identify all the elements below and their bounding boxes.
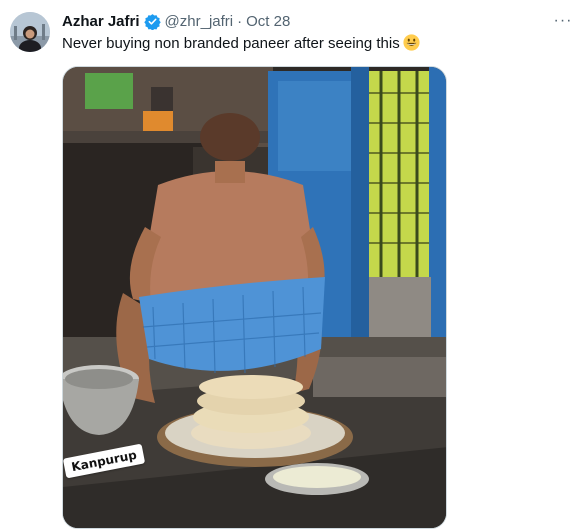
more-options-icon: ···: [553, 12, 573, 29]
author-name[interactable]: Azhar Jafri: [62, 13, 140, 30]
author-handle[interactable]: @zhr_jafri: [165, 13, 234, 30]
avatar-image: [10, 12, 50, 52]
grinning-face-emoji-icon: [403, 34, 420, 51]
tweet-text: Never buying non branded paneer after se…: [62, 34, 420, 54]
tweet-date[interactable]: Oct 28: [246, 13, 290, 30]
header-separator: ·: [237, 12, 243, 30]
verified-badge-icon: [143, 13, 161, 30]
more-options-button[interactable]: ···: [550, 8, 576, 34]
tweet[interactable]: Azhar Jafri @zhr_jafri · Oct 28 ··· Neve…: [0, 0, 580, 529]
tweet-text-body: Never buying non branded paneer after se…: [62, 35, 400, 52]
author-avatar[interactable]: [10, 12, 50, 52]
tweet-header: Azhar Jafri @zhr_jafri · Oct 28: [62, 11, 290, 31]
